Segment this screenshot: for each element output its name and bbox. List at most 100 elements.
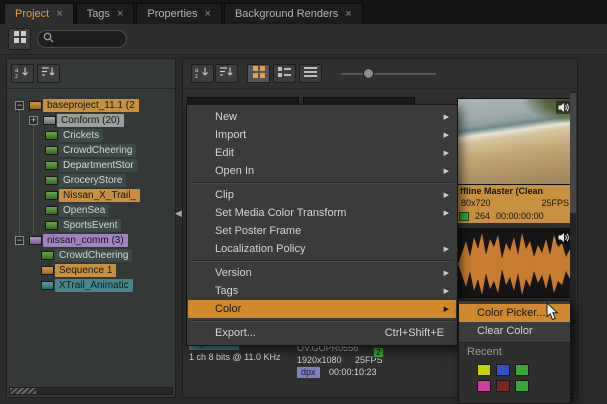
tab-label: Tags [87, 8, 110, 20]
tab-label: Background Renders [235, 8, 338, 20]
grid-icon [14, 30, 26, 48]
menu-item-version[interactable]: Version ▶ [188, 264, 456, 282]
color-swatch[interactable] [477, 364, 491, 376]
menu-item-label: Import [215, 129, 246, 141]
tree-item-label[interactable]: GroceryStore [59, 174, 126, 187]
tree-item-label[interactable]: nissan_comm (3) [43, 234, 128, 247]
thumbnail-view-button[interactable] [247, 64, 270, 83]
menu-item-localization-policy[interactable]: Localization Policy ▶ [188, 240, 456, 258]
thumbnail-size-slider-track[interactable] [341, 73, 436, 75]
sort-alpha-icon: az [15, 65, 30, 83]
tree-item-label[interactable]: baseproject_11.1 (2 [43, 99, 139, 112]
tree-item-label[interactable]: OpenSea [59, 204, 109, 217]
tree-panel-header: az [7, 59, 175, 89]
clip-title-row[interactable]: ffline Master (Clean [457, 185, 573, 197]
sort-order-button[interactable] [215, 64, 238, 83]
close-icon[interactable]: × [56, 9, 62, 20]
clip-audio-info: 1 ch 8 bits @ 11.0 KHz [189, 352, 281, 363]
close-icon[interactable]: × [205, 9, 211, 20]
clip-thumbnail-audio[interactable] [457, 228, 573, 298]
panel-collapse-arrow[interactable]: ◀ [175, 208, 182, 219]
menu-item-clip[interactable]: Clip ▶ [188, 186, 456, 204]
menu-separator [190, 320, 454, 322]
tab-project[interactable]: Project × [4, 3, 74, 24]
list-view-button[interactable] [299, 64, 322, 83]
menu-item-set-poster-frame[interactable]: Set Poster Frame [188, 222, 456, 240]
tree-item-label[interactable]: CrowdCheering [55, 249, 132, 262]
expander-icon[interactable]: − [15, 236, 24, 245]
sort-alphabetical-button[interactable]: az [11, 64, 34, 83]
clip-title: ffline Master (Clean [457, 185, 543, 197]
tab-background-renders[interactable]: Background Renders × [224, 3, 363, 24]
scrollbar-thumb[interactable] [570, 93, 576, 213]
clip-icon [45, 161, 58, 170]
sort-order-button[interactable] [37, 64, 60, 83]
menu-item-export[interactable]: Export... Ctrl+Shift+E [188, 324, 456, 342]
menu-item-color[interactable]: Color ▶ [188, 300, 456, 318]
menu-item-label: New [215, 111, 237, 123]
tree-item-label[interactable]: SportsEvent [59, 219, 121, 232]
sort-alphabetical-button[interactable]: az [191, 64, 214, 83]
clip-format-chip: dpx [297, 367, 320, 378]
menu-item-label: Color [215, 303, 241, 315]
menu-item-label: Set Poster Frame [215, 225, 301, 237]
close-icon[interactable]: × [117, 9, 123, 20]
tree-item-label[interactable]: XTrail_Animatic [55, 279, 133, 292]
menu-item-open-in[interactable]: Open In ▶ [188, 162, 456, 180]
layout-grid-button[interactable] [8, 28, 31, 50]
color-swatch[interactable] [515, 364, 529, 376]
color-swatch[interactable] [515, 380, 529, 392]
tree-item-label[interactable]: Crickets [59, 129, 103, 142]
menu-item-edit[interactable]: Edit ▶ [188, 144, 456, 162]
menu-item-label: Tags [215, 285, 238, 297]
tree-item-label[interactable]: Sequence 1 [55, 264, 116, 277]
list-thumbnail-icon [278, 65, 291, 83]
list-thumbnail-view-button[interactable] [273, 64, 296, 83]
color-swatch[interactable] [496, 380, 510, 392]
menu-item-tags[interactable]: Tags ▶ [188, 282, 456, 300]
tab-tags[interactable]: Tags × [76, 3, 135, 24]
tree-row: SportsEvent [7, 219, 177, 232]
color-swatch[interactable] [496, 364, 510, 376]
recent-colors-section: Recent [459, 342, 570, 403]
tree-row: Crickets [7, 129, 177, 142]
tree-row: Sequence 1 [7, 264, 177, 277]
project-icon [29, 236, 42, 245]
codec-badge [459, 212, 469, 221]
scrollbar-thumb[interactable] [10, 388, 36, 394]
horizontal-scrollbar[interactable] [9, 387, 173, 395]
thumbnail-size-slider-handle[interactable] [363, 68, 374, 79]
menu-item-label: Edit [215, 147, 234, 159]
search-input[interactable] [57, 33, 119, 46]
tab-properties[interactable]: Properties × [136, 3, 222, 24]
thumbnail-grid-icon [253, 65, 265, 83]
sort-bars-icon [41, 65, 56, 83]
sort-bars-icon [219, 65, 234, 83]
clip-icon [45, 146, 58, 155]
menu-item-import[interactable]: Import ▶ [188, 126, 456, 144]
tree-item-label[interactable]: CrowdCheering [59, 144, 136, 157]
color-swatch[interactable] [477, 380, 491, 392]
tree-row: DepartmentStor [7, 159, 177, 172]
clip-thumbnail-offline-master[interactable] [457, 98, 573, 185]
submenu-arrow-icon: ▶ [444, 205, 449, 223]
main-toolbar [0, 24, 607, 55]
search-box[interactable] [37, 30, 127, 48]
project-icon [29, 101, 42, 110]
expander-icon[interactable]: − [15, 101, 24, 110]
tree-item-label[interactable]: Conform (20) [57, 114, 124, 127]
close-icon[interactable]: × [345, 9, 351, 20]
expander-icon[interactable]: + [29, 116, 38, 125]
tree-row: + Conform (20) [7, 114, 177, 127]
menu-item-set-media-color-transform[interactable]: Set Media Color Transform ▶ [188, 204, 456, 222]
tree-item-label[interactable]: DepartmentStor [59, 159, 138, 172]
tree-row: Nissan_X_Trail_ [7, 189, 177, 202]
menu-item-label: Localization Policy [215, 243, 306, 255]
menu-item-new[interactable]: New ▶ [188, 108, 456, 126]
clip-icon [41, 281, 54, 290]
tree-item-label[interactable]: Nissan_X_Trail_ [59, 189, 140, 202]
submenu-arrow-icon: ▶ [444, 301, 449, 319]
tree-row: − nissan_comm (3) [7, 234, 177, 247]
swatch-row [459, 380, 570, 392]
clip-fps: 25FPS [541, 197, 569, 209]
